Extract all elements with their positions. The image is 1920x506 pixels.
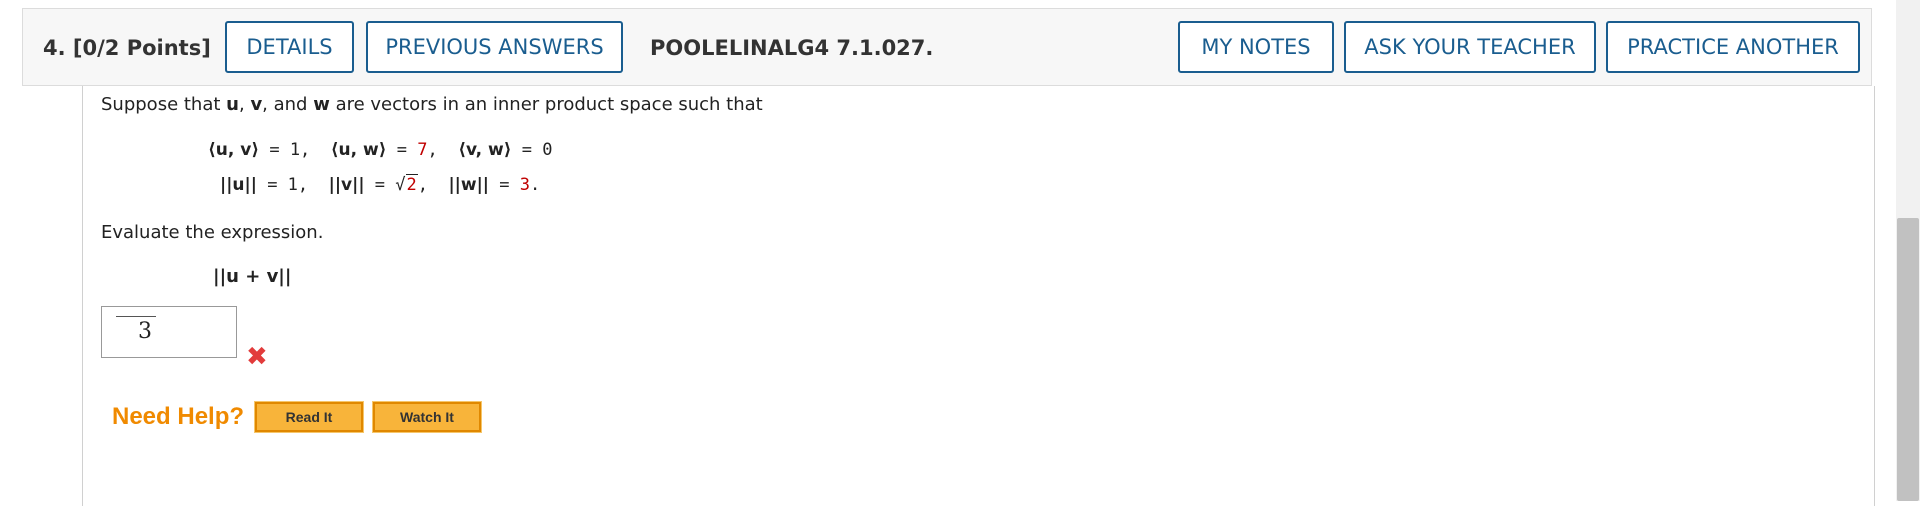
points-label: [0/2 Points] [72,36,211,60]
v-norm-value: 2 [405,174,418,195]
evaluate-instruction: Evaluate the expression. [101,222,324,243]
vector-v: v [250,94,263,115]
expression: ||u + v|| [213,266,292,287]
problem-statement: Suppose that u, v, and w are vectors in … [101,94,763,115]
sqrt-sign: √ [395,175,406,195]
question-id: POOLELINALG4 7.1.027. [650,36,934,60]
norm-equations: ||u|| = 1, ||v|| = √2, ||w|| = 3. [220,174,541,195]
inner-product-equations: ⟨u, v⟩ = 1, ⟨u, w⟩ = 7, ⟨v, w⟩ = 0 [208,140,553,160]
details-button[interactable]: DETAILS [225,21,354,73]
question-header: 4. [0/2 Points] DETAILS PREVIOUS ANSWERS… [22,8,1872,86]
scrollbar-thumb[interactable] [1897,218,1919,501]
read-it-button[interactable]: Read It [254,401,364,433]
answer-input[interactable]: 3 [101,306,237,358]
ask-your-teacher-button[interactable]: ASK YOUR TEACHER [1344,21,1596,73]
answer-overline [116,316,156,317]
question-number: 4. [0/2 Points] [43,36,211,60]
vector-u: u [226,94,239,115]
incorrect-x-icon: ✖ [246,342,268,372]
w-norm-value: 3 [519,175,530,195]
answer-value: 3 [138,319,152,344]
my-notes-button[interactable]: MY NOTES [1178,21,1334,73]
practice-another-button[interactable]: PRACTICE ANOTHER [1606,21,1860,73]
need-help-label: Need Help? [112,403,245,430]
uw-value: 7 [417,140,428,160]
watch-it-button[interactable]: Watch It [372,401,482,433]
previous-answers-button[interactable]: PREVIOUS ANSWERS [366,21,623,73]
vector-w: w [313,94,330,115]
